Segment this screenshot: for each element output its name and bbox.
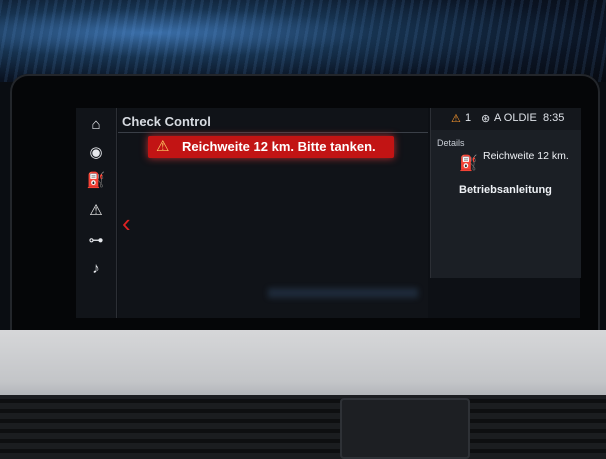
sidebar-icons: ⌂ ◉ ⛽ ⚠ ⊶ ♪: [76, 108, 117, 318]
home-icon[interactable]: ⌂: [82, 114, 110, 136]
warning-message-bar[interactable]: ⚠ Reichweite 12 km. Bitte tanken.: [148, 136, 394, 158]
screen-glare: [268, 288, 418, 298]
air-vent: [0, 395, 606, 459]
title-divider: [118, 132, 428, 133]
warning-triangle-icon[interactable]: ⚠: [82, 200, 110, 222]
fuel-pump-icon: ⛽: [459, 155, 478, 172]
status-bar: ⚠ 1 ⊛ A OLDIE 8:35: [431, 108, 581, 130]
radio-icon: ⊛: [481, 113, 491, 125]
back-chevron-icon[interactable]: ‹: [122, 208, 142, 238]
details-heading: Details: [437, 138, 465, 148]
background-lights: [0, 0, 606, 82]
tire-pressure-icon[interactable]: ◉: [82, 142, 110, 164]
radio-station: A OLDIE: [494, 112, 537, 124]
fuel-range-text: Reichweite 12 km.: [483, 150, 569, 162]
idrive-screen: ⌂ ◉ ⛽ ⚠ ⊶ ♪ Check Control ⚠ Reichweite 1…: [76, 108, 581, 318]
page-title: Check Control: [122, 114, 211, 129]
center-control: [340, 398, 470, 459]
details-panel: ⚠ 1 ⊛ A OLDIE 8:35 Details ⛽ Reichweite …: [430, 108, 581, 278]
car-lights-icon[interactable]: ⊶: [82, 230, 110, 252]
check-control-panel: Check Control ⚠ Reichweite 12 km. Bitte …: [118, 108, 428, 318]
warning-indicator-icon: ⚠: [451, 113, 461, 125]
warning-message-text: Reichweite 12 km. Bitte tanken.: [182, 139, 376, 154]
warning-triangle-icon: ⚠: [156, 138, 170, 155]
wiper-icon[interactable]: ♪: [82, 258, 110, 280]
warning-count: 1: [465, 112, 472, 124]
manual-link[interactable]: Betriebsanleitung: [459, 184, 552, 196]
car-dashboard-scene: ⌂ ◉ ⛽ ⚠ ⊶ ♪ Check Control ⚠ Reichweite 1…: [0, 0, 606, 459]
oil-can-icon[interactable]: ⛽: [82, 170, 110, 192]
clock: 8:35: [543, 112, 565, 124]
